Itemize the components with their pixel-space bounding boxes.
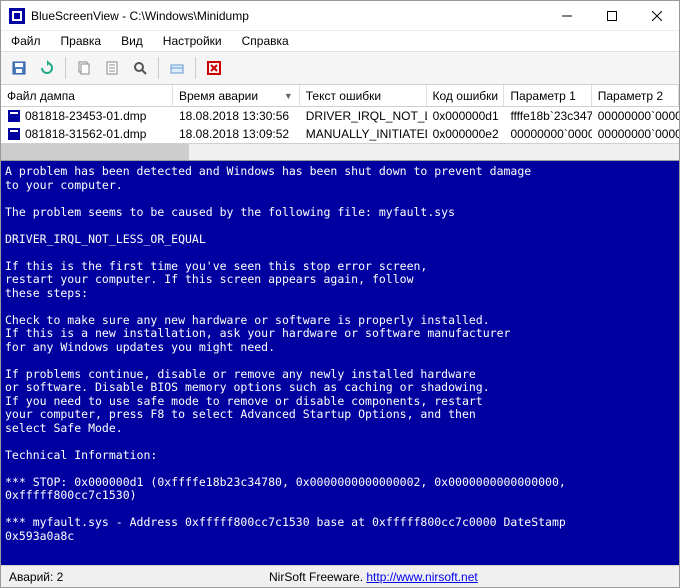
toolbar-separator	[158, 57, 159, 79]
cell-time: 18.08.2018 13:09:52	[173, 125, 300, 143]
app-icon	[9, 8, 25, 24]
dump-file-icon	[7, 109, 21, 123]
menubar: Файл Правка Вид Настройки Справка	[1, 31, 679, 51]
cell-time: 18.08.2018 13:30:56	[173, 107, 300, 125]
col-crashtime[interactable]: Время аварии▼	[173, 85, 300, 106]
cell-text: DRIVER_IRQL_NOT_LESS...	[300, 107, 427, 125]
col-param1[interactable]: Параметр 1	[504, 85, 591, 106]
titlebar[interactable]: BlueScreenView - C:\Windows\Minidump	[1, 1, 679, 31]
cell-p2: 00000000`000000	[592, 107, 679, 125]
menu-edit[interactable]: Правка	[57, 32, 106, 50]
refresh-icon[interactable]	[35, 56, 59, 80]
col-param2[interactable]: Параметр 2	[592, 85, 679, 106]
close-button[interactable]	[634, 1, 679, 31]
find-icon[interactable]	[128, 56, 152, 80]
options-icon[interactable]	[165, 56, 189, 80]
toolbar-separator	[195, 57, 196, 79]
status-credit: NirSoft Freeware. http://www.nirsoft.net	[269, 570, 671, 584]
cell-p1: ffffe18b`23c34780	[504, 107, 591, 125]
toolbar-separator	[65, 57, 66, 79]
dump-file-icon	[7, 127, 21, 141]
col-bugcheck-code[interactable]: Код ошибки	[427, 85, 505, 106]
cell-file: 081818-23453-01.dmp	[1, 107, 173, 125]
cell-p1: 00000000`000000	[504, 125, 591, 143]
menu-view[interactable]: Вид	[117, 32, 147, 50]
col-dumpfile[interactable]: Файл дампа	[1, 85, 173, 106]
col-bugcheck-string[interactable]: Текст ошибки	[300, 85, 427, 106]
cell-p2: 00000000`000000	[592, 125, 679, 143]
toolbar	[1, 51, 679, 85]
minimize-button[interactable]	[544, 1, 589, 31]
menu-settings[interactable]: Настройки	[159, 32, 226, 50]
menu-file[interactable]: Файл	[7, 32, 45, 50]
exit-icon[interactable]	[202, 56, 226, 80]
sort-desc-icon: ▼	[284, 91, 293, 101]
cell-text: MANUALLY_INITIATED_...	[300, 125, 427, 143]
horizontal-scrollbar[interactable]	[1, 143, 679, 160]
table-row[interactable]: 081818-23453-01.dmp 18.08.2018 13:30:56 …	[1, 107, 679, 125]
maximize-button[interactable]	[589, 1, 634, 31]
status-crash-count: Аварий: 2	[9, 570, 269, 584]
cell-code: 0x000000e2	[427, 125, 505, 143]
copy-icon[interactable]	[72, 56, 96, 80]
grid-header: Файл дампа Время аварии▼ Текст ошибки Ко…	[1, 85, 679, 107]
table-row[interactable]: 081818-31562-01.dmp 18.08.2018 13:09:52 …	[1, 125, 679, 143]
statusbar: Аварий: 2 NirSoft Freeware. http://www.n…	[1, 565, 679, 587]
nirsoft-link[interactable]: http://www.nirsoft.net	[366, 570, 477, 584]
bsod-preview-pane: A problem has been detected and Windows …	[1, 160, 679, 565]
cell-file: 081818-31562-01.dmp	[1, 125, 173, 143]
cell-code: 0x000000d1	[427, 107, 505, 125]
application-window: BlueScreenView - C:\Windows\Minidump Фай…	[0, 0, 680, 588]
scrollbar-thumb[interactable]	[1, 144, 189, 160]
window-title: BlueScreenView - C:\Windows\Minidump	[31, 9, 544, 23]
grid-body: 081818-23453-01.dmp 18.08.2018 13:30:56 …	[1, 107, 679, 143]
save-icon[interactable]	[7, 56, 31, 80]
menu-help[interactable]: Справка	[238, 32, 293, 50]
properties-icon[interactable]	[100, 56, 124, 80]
